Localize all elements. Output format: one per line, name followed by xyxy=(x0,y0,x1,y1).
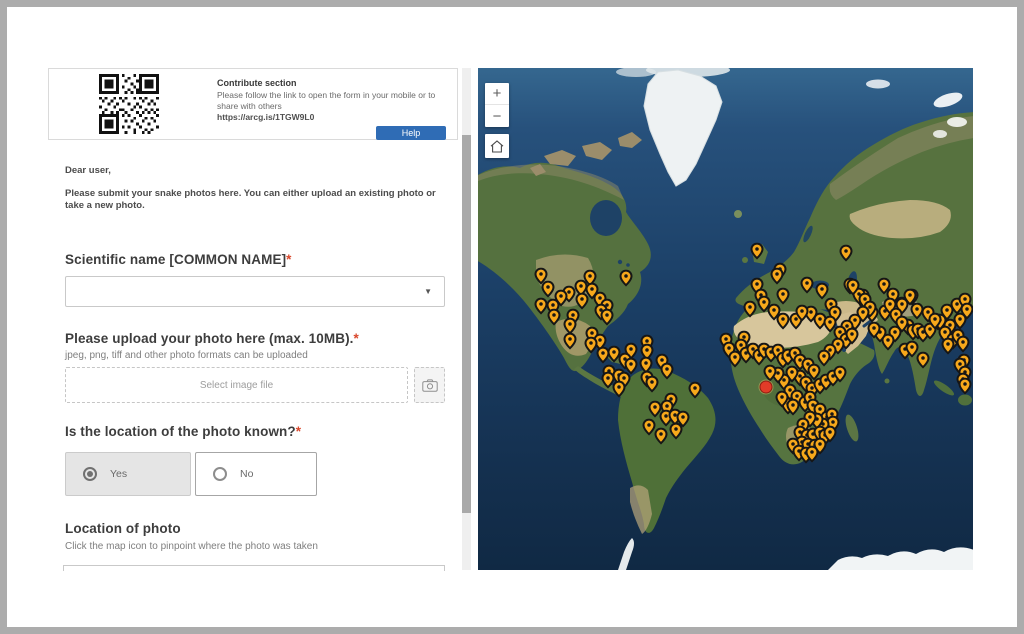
snake-photo-pin[interactable] xyxy=(878,278,891,295)
zoom-out-button[interactable]: − xyxy=(485,105,509,127)
home-icon xyxy=(490,140,504,153)
required-marker: * xyxy=(286,252,291,267)
contribute-description: Please follow the link to open the form … xyxy=(217,90,455,111)
snake-photo-pin[interactable] xyxy=(542,281,555,298)
snake-photo-pin[interactable] xyxy=(806,446,819,463)
contribute-link[interactable]: https://arcg.is/1TGW9L0 xyxy=(217,112,314,122)
snake-photo-pin[interactable] xyxy=(840,245,853,262)
snake-photo-pin[interactable] xyxy=(689,382,702,399)
zoom-in-button[interactable]: + xyxy=(485,83,509,105)
app-window: Contribute section Please follow the lin… xyxy=(0,0,1024,634)
required-marker: * xyxy=(296,424,301,439)
form-scrollbar-track[interactable] xyxy=(462,68,471,570)
snake-photo-pin[interactable] xyxy=(818,350,831,367)
camera-icon xyxy=(422,379,438,392)
snake-photo-pin[interactable] xyxy=(576,293,589,310)
help-button[interactable]: Help xyxy=(376,126,446,140)
snake-photo-pin[interactable] xyxy=(957,336,970,353)
snake-photo-pin[interactable] xyxy=(555,290,568,307)
snake-photo-pin[interactable] xyxy=(564,333,577,350)
snake-photo-pin[interactable] xyxy=(764,365,777,382)
photo-location-input[interactable] xyxy=(63,565,445,571)
intro-text: Please submit your snake photos here. Yo… xyxy=(65,188,457,212)
snake-photo-pin[interactable] xyxy=(613,381,626,398)
snake-photo-pin[interactable] xyxy=(796,305,809,322)
snake-photo-pin[interactable] xyxy=(670,423,683,440)
option-no-label: No xyxy=(240,468,253,480)
take-photo-button[interactable] xyxy=(414,367,445,403)
scientific-name-label: Scientific name [COMMON NAME]* xyxy=(65,252,292,267)
scientific-name-select[interactable]: ▼ xyxy=(65,276,445,307)
snake-photo-pin[interactable] xyxy=(787,399,800,416)
snake-photo-pin[interactable] xyxy=(929,313,942,330)
snake-photo-pin[interactable] xyxy=(751,243,764,260)
greeting-text: Dear user, xyxy=(65,165,111,176)
snake-photo-pin[interactable] xyxy=(846,328,859,345)
snake-photo-pin[interactable] xyxy=(661,363,674,380)
photo-upload-hint: jpeg, png, tiff and other photo formats … xyxy=(65,350,308,361)
select-image-file-button[interactable]: Select image file xyxy=(65,367,408,403)
map-panel[interactable]: + − xyxy=(478,68,973,570)
snake-photo-pin[interactable] xyxy=(620,270,633,287)
photo-upload-label: Please upload your photo here (max. 10MB… xyxy=(65,331,359,346)
form-scrollbar-thumb[interactable] xyxy=(462,135,471,513)
snake-photo-pin[interactable] xyxy=(744,301,757,318)
snake-photo-pin[interactable] xyxy=(834,366,847,383)
contribute-card: Contribute section Please follow the lin… xyxy=(48,68,458,140)
snake-photo-pin[interactable] xyxy=(959,378,972,395)
snake-photo-pin[interactable] xyxy=(942,338,955,355)
home-button[interactable] xyxy=(485,134,509,158)
selected-location-dot xyxy=(760,381,773,394)
snake-photo-pin[interactable] xyxy=(601,309,614,326)
radio-selected-icon xyxy=(83,467,97,481)
snake-photo-pin[interactable] xyxy=(548,309,561,326)
snake-photo-pin[interactable] xyxy=(771,268,784,285)
required-marker: * xyxy=(354,331,359,346)
zoom-widget: + − xyxy=(485,83,509,127)
snake-photo-pin[interactable] xyxy=(868,322,881,339)
photo-location-hint: Click the map icon to pinpoint where the… xyxy=(65,541,318,552)
location-known-option-yes[interactable]: Yes xyxy=(65,452,191,496)
map-markers-layer xyxy=(478,68,973,570)
snake-photo-pin[interactable] xyxy=(801,277,814,294)
snake-photo-pin[interactable] xyxy=(847,279,860,296)
location-known-label: Is the location of the photo known?* xyxy=(65,424,301,439)
upload-placeholder: Select image file xyxy=(200,380,273,391)
qr-code xyxy=(99,74,159,134)
photo-location-label: Location of photo xyxy=(65,521,181,536)
option-yes-label: Yes xyxy=(110,468,127,480)
contribute-title: Contribute section xyxy=(217,78,297,88)
snake-photo-pin[interactable] xyxy=(777,313,790,330)
radio-unselected-icon xyxy=(213,467,227,481)
snake-photo-pin[interactable] xyxy=(917,352,930,369)
snake-photo-pin[interactable] xyxy=(655,428,668,445)
snake-photo-pin[interactable] xyxy=(777,288,790,305)
snake-photo-pin[interactable] xyxy=(646,376,659,393)
location-known-option-no[interactable]: No xyxy=(195,452,317,496)
chevron-down-icon: ▼ xyxy=(424,287,432,296)
snake-photo-pin[interactable] xyxy=(729,351,742,368)
